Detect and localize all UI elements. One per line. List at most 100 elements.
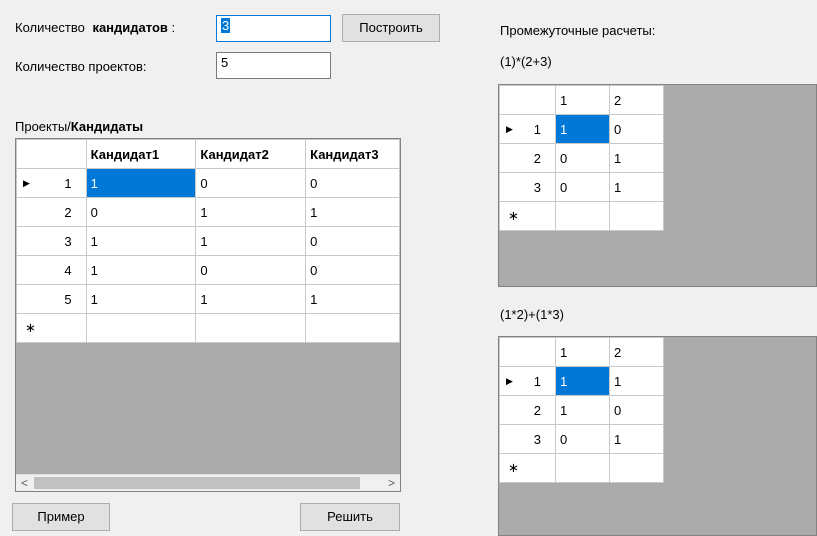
projects-count-value: 5 (221, 55, 229, 70)
scroll-left-icon[interactable]: < (16, 475, 33, 491)
table-row: ▶ 1 1 0 (499, 114, 664, 144)
row-number: 1 (533, 121, 541, 137)
row-pointer-icon: ▶ (506, 376, 513, 386)
table-cell[interactable] (305, 313, 400, 343)
table-row: 2 1 0 (499, 395, 664, 425)
caption-projects: Проекты/ (15, 119, 71, 134)
table-row: ▶ 1 1 0 0 (16, 168, 400, 198)
table-cell[interactable]: 0 (195, 168, 307, 198)
table-cell[interactable]: 1 (555, 395, 610, 425)
table-cell[interactable]: 1 (609, 172, 664, 202)
projects-count-input[interactable]: 5 (216, 52, 331, 79)
row-number: 3 (533, 431, 541, 447)
intermediate-grid-2[interactable]: 1 2 ▶ 1 1 1 2 1 0 3 0 1 ∗ (498, 336, 817, 536)
example-button[interactable]: Пример (12, 503, 110, 531)
table-cell[interactable] (555, 453, 610, 483)
column-header-1[interactable]: 1 (555, 85, 610, 115)
row-header[interactable]: ▶ 1 (16, 168, 87, 198)
table-cell[interactable]: 1 (555, 366, 610, 396)
column-header-1[interactable]: 1 (555, 337, 610, 367)
intermediate-grid-1[interactable]: 1 2 ▶ 1 1 0 2 0 1 3 0 1 ∗ (498, 84, 817, 287)
table-cell[interactable]: 1 (305, 197, 400, 227)
header-row: 1 2 (499, 85, 664, 115)
table-cell[interactable]: 0 (85, 197, 197, 227)
intermediate-title: Промежуточные расчеты: (500, 23, 656, 38)
table-cell[interactable]: 0 (195, 255, 307, 285)
row-number: 3 (64, 233, 72, 249)
header-row: Кандидат1 Кандидат2 Кандидат3 (16, 139, 400, 169)
row-number: 4 (64, 262, 72, 278)
table-cell[interactable]: 0 (555, 424, 610, 454)
table-row: 3 1 1 0 (16, 226, 400, 256)
table-cell[interactable]: 0 (609, 114, 664, 144)
row-header[interactable]: 3 (16, 226, 87, 256)
candidates-count-input[interactable]: 3 (216, 15, 331, 42)
row-header[interactable]: 2 (499, 143, 556, 173)
candidates-label-part2: кандидатов (92, 20, 168, 35)
table-cell[interactable]: 1 (85, 255, 197, 285)
column-header-2[interactable]: 2 (609, 85, 664, 115)
table-cell[interactable] (555, 201, 610, 231)
table-cell[interactable]: 1 (195, 197, 307, 227)
table-cell[interactable]: 0 (609, 395, 664, 425)
build-button[interactable]: Построить (342, 14, 440, 42)
intermediate-table-1: 1 2 ▶ 1 1 0 2 0 1 3 0 1 ∗ (499, 85, 664, 231)
table-cell[interactable] (85, 313, 197, 343)
row-header[interactable]: 2 (499, 395, 556, 425)
row-header[interactable]: 3 (499, 172, 556, 202)
row-header[interactable]: ∗ (16, 313, 87, 343)
row-number: 5 (64, 291, 72, 307)
header-row: 1 2 (499, 337, 664, 367)
formula1-label: (1)*(2+3) (500, 54, 552, 69)
horizontal-scrollbar[interactable]: < > (16, 474, 400, 491)
table-cell[interactable]: 0 (305, 168, 400, 198)
candidates-count-label: Количество кандидатов : (15, 20, 175, 35)
table-cell[interactable]: 1 (609, 366, 664, 396)
row-header[interactable]: ∗ (499, 453, 556, 483)
row-header[interactable]: ∗ (499, 201, 556, 231)
scroll-right-icon[interactable]: > (383, 475, 400, 491)
table-cell[interactable]: 1 (609, 143, 664, 173)
row-pointer-icon: ▶ (506, 124, 513, 134)
table-cell[interactable]: 0 (305, 255, 400, 285)
row-header[interactable]: 5 (16, 284, 87, 314)
column-header-candidate3[interactable]: Кандидат3 (305, 139, 400, 169)
table-row: 3 0 1 (499, 424, 664, 454)
column-header-2[interactable]: 2 (609, 337, 664, 367)
table-cell[interactable] (609, 201, 664, 231)
row-number: 1 (64, 175, 72, 191)
row-number: 2 (64, 204, 72, 220)
intermediate-table-2: 1 2 ▶ 1 1 1 2 1 0 3 0 1 ∗ (499, 337, 664, 483)
table-cell[interactable]: 0 (555, 143, 610, 173)
table-cell[interactable]: 1 (195, 226, 307, 256)
table-cell[interactable]: 0 (555, 172, 610, 202)
row-header[interactable]: 3 (499, 424, 556, 454)
row-header[interactable]: ▶ 1 (499, 366, 556, 396)
table-cell[interactable]: 1 (85, 168, 197, 198)
table-cell[interactable] (195, 313, 307, 343)
row-header[interactable]: ▶ 1 (499, 114, 556, 144)
row-number: 3 (533, 179, 541, 195)
table-cell[interactable]: 1 (85, 226, 197, 256)
table-row: 5 1 1 1 (16, 284, 400, 314)
solve-button[interactable]: Решить (300, 503, 400, 531)
new-row: ∗ (499, 201, 664, 231)
table-cell[interactable] (609, 453, 664, 483)
row-header[interactable]: 4 (16, 255, 87, 285)
column-header-candidate1[interactable]: Кандидат1 (85, 139, 197, 169)
table-cell[interactable]: 1 (85, 284, 197, 314)
scroll-thumb[interactable] (34, 477, 360, 489)
table-cell[interactable]: 1 (555, 114, 610, 144)
table-cell[interactable]: 1 (195, 284, 307, 314)
projects-candidates-grid[interactable]: Кандидат1 Кандидат2 Кандидат3 ▶ 1 1 0 0 2… (15, 138, 401, 492)
table-cell[interactable]: 1 (305, 284, 400, 314)
new-row-icon: ∗ (508, 460, 519, 475)
column-header-candidate2[interactable]: Кандидат2 (195, 139, 307, 169)
table-cell[interactable]: 0 (305, 226, 400, 256)
row-header[interactable]: 2 (16, 197, 87, 227)
table-cell[interactable]: 1 (609, 424, 664, 454)
table-row: 4 1 0 0 (16, 255, 400, 285)
corner-cell (499, 85, 556, 115)
projects-candidates-table: Кандидат1 Кандидат2 Кандидат3 ▶ 1 1 0 0 2… (16, 139, 400, 343)
caption-candidates: Кандидаты (70, 119, 144, 134)
